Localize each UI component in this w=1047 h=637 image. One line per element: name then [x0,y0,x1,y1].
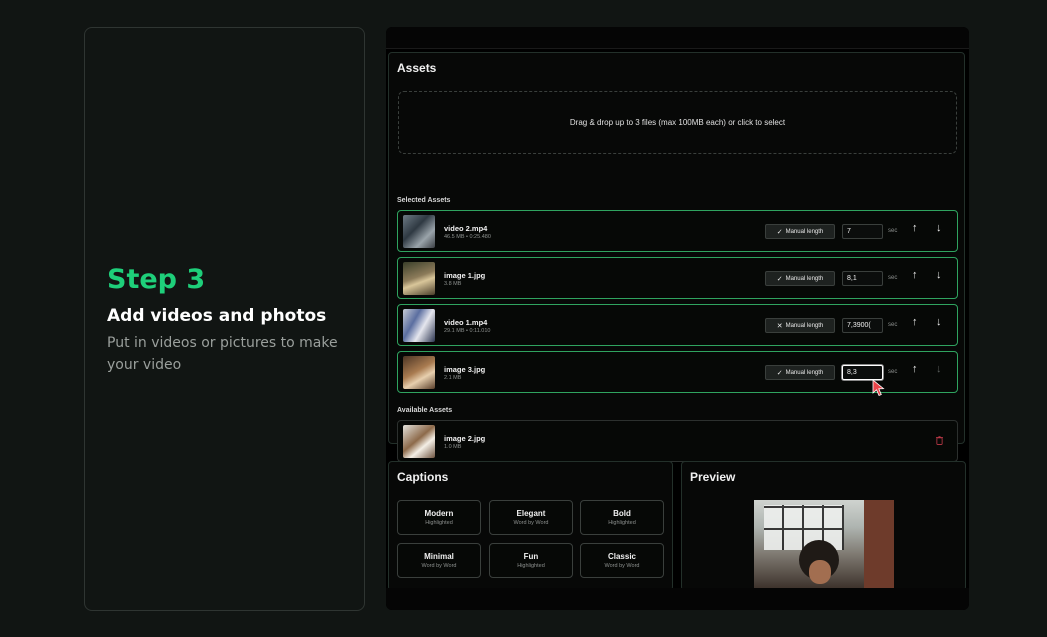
sec-unit-label: sec [888,275,898,281]
asset-name: image 1.jpg [444,271,486,280]
style-name: Classic [607,552,637,561]
asset-thumbnail [403,215,435,248]
sec-unit-label: sec [888,322,898,328]
length-input[interactable]: 7 [842,224,883,239]
asset-thumbnail [403,262,435,295]
manual-length-toggle[interactable]: ✓ Manual length [765,365,835,380]
manual-length-label: Manual length [785,275,824,282]
asset-meta: 29.1 MB • 0:11.010 [444,328,491,334]
caption-style-modern[interactable]: Modern Highlighted [397,500,481,535]
style-name: Fun [523,552,539,561]
step-label: Step 3 [107,264,206,295]
move-up-icon[interactable]: ↑ [912,269,918,281]
captions-title: Captions [397,470,449,484]
sec-unit-label: sec [888,369,898,375]
style-sub: Word by Word [513,520,549,526]
preview-window-shape [764,505,844,550]
caption-style-minimal[interactable]: Minimal Word by Word [397,543,481,578]
step-title: Add videos and photos [107,306,327,326]
check-icon: ✓ [776,275,783,283]
caption-style-classic[interactable]: Classic Word by Word [580,543,664,578]
available-asset-row[interactable]: image 2.jpg 1.0 MB [397,420,958,462]
preview-panel: Preview [681,461,966,591]
move-up-icon[interactable]: ↑ [912,316,918,328]
dropzone-text: Drag & drop up to 3 files (max 100MB eac… [569,118,786,127]
check-icon: ✓ [776,228,783,236]
check-icon: ✓ [776,369,783,377]
style-sub: Highlighted [608,520,636,526]
move-up-icon[interactable]: ↑ [912,363,918,375]
asset-meta: 1.0 MB [444,444,462,450]
manual-length-toggle[interactable]: ✓ Manual length [765,224,835,239]
manual-length-label: Manual length [785,228,824,235]
style-name: Bold [613,509,631,518]
captions-panel: Captions Modern Highlighted Elegant Word… [388,461,673,591]
style-sub: Highlighted [517,563,545,569]
asset-thumbnail [403,309,435,342]
style-name: Modern [424,509,454,518]
close-icon: ✕ [776,322,783,330]
sec-unit-label: sec [888,228,898,234]
app-bottom-bar [386,588,969,610]
manual-length-toggle[interactable]: ✓ Manual length [765,271,835,286]
style-name: Elegant [516,509,546,518]
asset-name: video 2.mp4 [444,224,488,233]
manual-length-label: Manual length [785,322,824,329]
preview-person-face [809,560,831,584]
style-sub: Word by Word [421,563,457,569]
selected-asset-row[interactable]: image 1.jpg 3.8 MB ✓ Manual length 8,1 s… [397,257,958,299]
move-up-icon[interactable]: ↑ [912,222,918,234]
move-down-icon[interactable]: ↓ [936,269,942,281]
caption-style-fun[interactable]: Fun Highlighted [489,543,573,578]
selected-asset-row[interactable]: video 2.mp4 46.5 MB • 0:25.480 ✓ Manual … [397,210,958,252]
selected-assets-label: Selected Assets [397,197,451,204]
asset-thumbnail [403,356,435,389]
style-sub: Word by Word [604,563,640,569]
available-assets-label: Available Assets [397,407,453,414]
preview-brick-wall [864,500,894,590]
length-input[interactable]: 7,3900( [842,318,883,333]
asset-meta: 46.5 MB • 0:25.480 [444,234,491,240]
step-card: Step 3 Add videos and photos Put in vide… [84,27,365,611]
length-input[interactable]: 8,3 [842,365,883,380]
asset-thumbnail [403,425,435,458]
mouse-cursor-icon [872,379,885,397]
selected-asset-row[interactable]: video 1.mp4 29.1 MB • 0:11.010 ✕ Manual … [397,304,958,346]
manual-length-label: Manual length [785,369,824,376]
style-name: Minimal [424,552,454,561]
app-top-bar [386,27,969,49]
step-description: Put in videos or pictures to make your v… [107,335,338,373]
move-down-icon[interactable]: ↓ [936,363,942,375]
preview-video-frame[interactable] [754,500,894,590]
move-down-icon[interactable]: ↓ [936,316,942,328]
assets-title: Assets [397,61,437,75]
asset-meta: 3.8 MB [444,281,462,287]
caption-style-bold[interactable]: Bold Highlighted [580,500,664,535]
move-down-icon[interactable]: ↓ [936,222,942,234]
file-dropzone[interactable]: Drag & drop up to 3 files (max 100MB eac… [398,91,957,154]
preview-title: Preview [690,470,736,484]
asset-name: image 2.jpg [444,434,486,443]
manual-length-toggle[interactable]: ✕ Manual length [765,318,835,333]
asset-meta: 2.1 MB [444,375,462,381]
app-frame: Assets Drag & drop up to 3 files (max 10… [386,27,969,610]
trash-icon[interactable] [936,436,943,445]
caption-style-elegant[interactable]: Elegant Word by Word [489,500,573,535]
style-sub: Highlighted [425,520,453,526]
asset-name: image 3.jpg [444,365,486,374]
asset-name: video 1.mp4 [444,318,488,327]
length-input[interactable]: 8,1 [842,271,883,286]
